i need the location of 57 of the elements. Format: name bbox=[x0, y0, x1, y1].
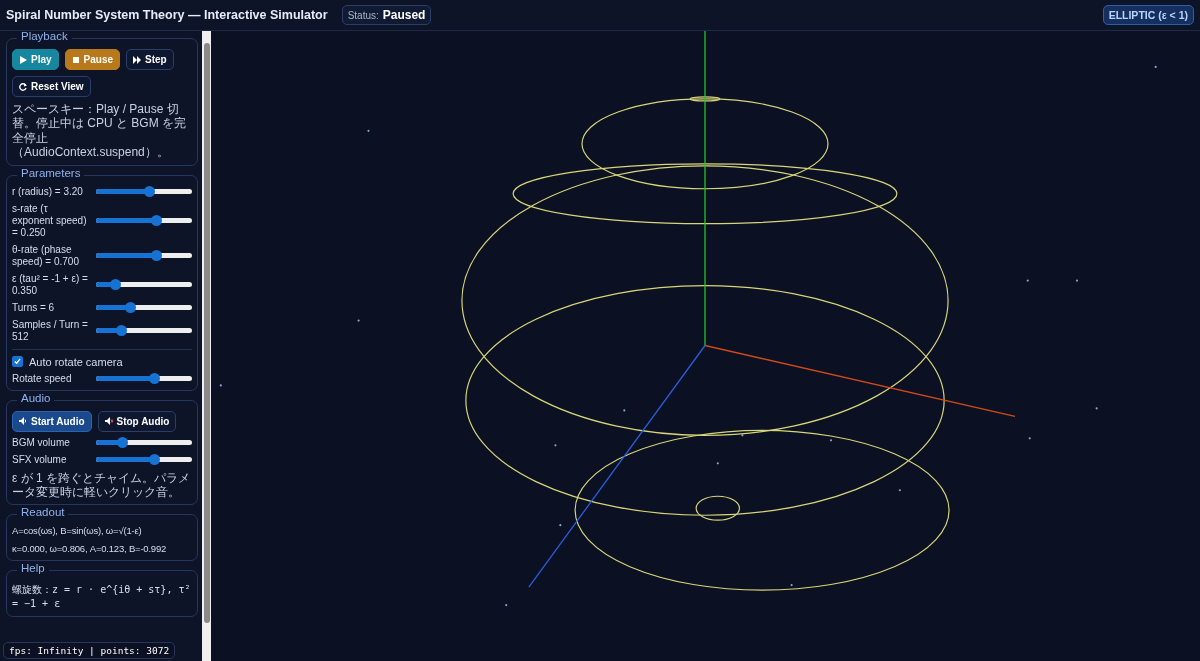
slider-label: Turns = 6 bbox=[12, 301, 56, 314]
hint-text: ε が 1 を跨ぐとチャイム。パラメータ変更時に軽いクリック音。 bbox=[12, 470, 192, 500]
checkbox-label: Auto rotate camera bbox=[29, 355, 123, 368]
fps-overlay: fps: Infinity | points: 3072 bbox=[3, 642, 176, 659]
slider-label: Samples / Turn = 512 bbox=[12, 318, 89, 343]
control-button[interactable]: Start Audio bbox=[12, 410, 92, 432]
slider-thumb[interactable] bbox=[150, 250, 162, 262]
control-button[interactable]: Play bbox=[12, 49, 59, 70]
slider-label: SFX volume bbox=[12, 453, 68, 466]
slider-thumb[interactable] bbox=[148, 454, 160, 466]
control-button[interactable]: Reset View bbox=[12, 76, 91, 97]
slider-track[interactable] bbox=[96, 376, 192, 382]
step-icon bbox=[133, 55, 142, 64]
slider-thumb[interactable] bbox=[116, 437, 128, 449]
slider-thumb[interactable] bbox=[148, 373, 160, 385]
app-title: Spiral Number System Theory — Interactive Simulator bbox=[6, 8, 328, 22]
slider-label: Rotate speed bbox=[12, 372, 73, 385]
readout-text: A=cos(ωs), B=sin(ωs), ω=√(1-ε) bbox=[12, 525, 143, 538]
slider-track[interactable] bbox=[96, 305, 192, 311]
speaker-icon bbox=[19, 417, 27, 426]
scrollbar[interactable] bbox=[202, 31, 211, 661]
slider-track[interactable] bbox=[96, 457, 192, 463]
slider-track[interactable] bbox=[96, 282, 192, 288]
slider-track[interactable] bbox=[96, 253, 192, 259]
slider-thumb[interactable] bbox=[110, 279, 122, 291]
slider-label: s-rate (τ exponent speed) = 0.250 bbox=[12, 202, 88, 239]
panel-title: Help bbox=[17, 562, 49, 575]
slider-label: ε (tau² = -1 + ε) = 0.350 bbox=[12, 272, 89, 297]
control-button[interactable]: Pause bbox=[64, 49, 121, 70]
slider-thumb[interactable] bbox=[143, 186, 155, 198]
slider-thumb[interactable] bbox=[124, 302, 136, 314]
play-icon bbox=[19, 55, 27, 64]
control-button[interactable]: Step bbox=[126, 49, 174, 70]
muted-speaker-icon bbox=[104, 417, 113, 426]
panel-title: Playback bbox=[17, 31, 72, 42]
slider-thumb[interactable] bbox=[150, 215, 162, 227]
panel-title: Parameters bbox=[17, 166, 85, 179]
slider-label: θ-rate (phase speed) = 0.700 bbox=[12, 243, 80, 268]
mode-badge: ELLIPTIC (ε < 1) bbox=[1102, 5, 1194, 25]
status-label: Status: bbox=[347, 9, 379, 21]
slider-track[interactable] bbox=[96, 328, 192, 334]
slider-label: BGM volume bbox=[12, 436, 71, 449]
control-button[interactable]: Stop Audio bbox=[97, 410, 177, 432]
slider-track[interactable] bbox=[96, 189, 192, 195]
slider-thumb[interactable] bbox=[115, 325, 127, 337]
panel-title: Readout bbox=[17, 506, 69, 519]
slider-track[interactable] bbox=[96, 218, 192, 224]
slider-label: r (radius) = 3.20 bbox=[12, 185, 84, 198]
formula-text: 螺旋数：z = r · e^{iθ + sτ}, τ² = −1 + ε bbox=[12, 583, 192, 612]
reset-icon bbox=[19, 82, 27, 91]
checkbox[interactable] bbox=[12, 356, 23, 368]
status-value: Paused bbox=[382, 8, 426, 22]
slider-track[interactable] bbox=[96, 440, 192, 446]
readout-text: κ=0.000, ω=0.806, A=0.123, B=-0.992 bbox=[12, 542, 168, 556]
square-icon bbox=[71, 55, 80, 64]
panel-title: Audio bbox=[17, 391, 55, 404]
hint-text: スペースキー：Play / Pause 切替。停止中は CPU と BGM を完全停止（AudioContext.suspend）。 bbox=[12, 102, 187, 160]
